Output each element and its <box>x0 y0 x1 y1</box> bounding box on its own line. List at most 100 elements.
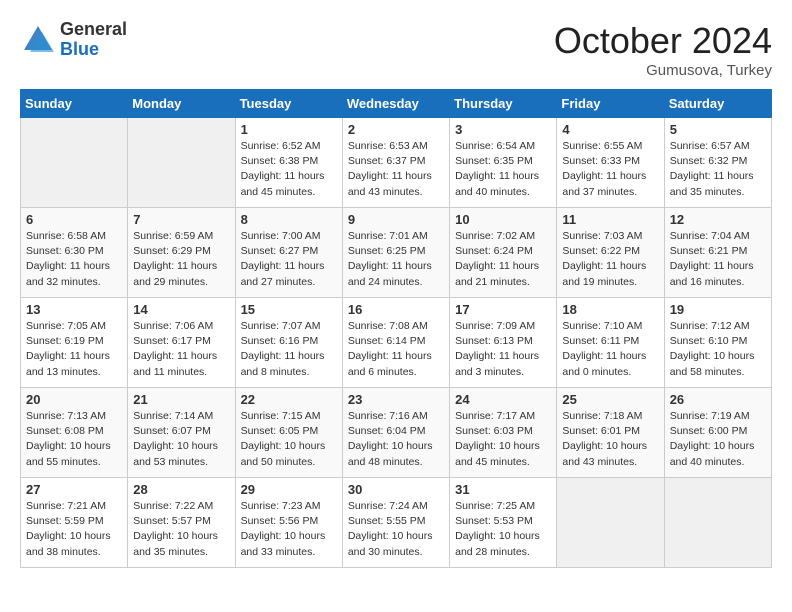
day-header-friday: Friday <box>557 90 664 118</box>
day-number: 9 <box>348 212 444 227</box>
calendar-cell: 21Sunrise: 7:14 AM Sunset: 6:07 PM Dayli… <box>128 388 235 478</box>
day-number: 6 <box>26 212 122 227</box>
day-info: Sunrise: 7:21 AM Sunset: 5:59 PM Dayligh… <box>26 499 122 560</box>
day-info: Sunrise: 7:15 AM Sunset: 6:05 PM Dayligh… <box>241 409 337 470</box>
calendar-cell: 4 Sunrise: 6:55 AM Sunset: 6:33 PM Daylig… <box>557 118 664 208</box>
day-number: 14 <box>133 302 229 317</box>
calendar-cell: 6Sunrise: 6:58 AM Sunset: 6:30 PM Daylig… <box>21 208 128 298</box>
day-header-monday: Monday <box>128 90 235 118</box>
calendar-cell: 30Sunrise: 7:24 AM Sunset: 5:55 PM Dayli… <box>342 478 449 568</box>
calendar-cell: 16 Sunrise: 7:08 AM Sunset: 6:14 PM Dayli… <box>342 298 449 388</box>
calendar-cell: 24Sunrise: 7:17 AM Sunset: 6:03 PM Dayli… <box>450 388 557 478</box>
day-number: 5 <box>670 122 766 137</box>
calendar-cell: 5 Sunrise: 6:57 AM Sunset: 6:32 PM Daylig… <box>664 118 771 208</box>
day-info: Sunrise: 7:24 AM Sunset: 5:55 PM Dayligh… <box>348 499 444 560</box>
calendar-cell <box>557 478 664 568</box>
calendar-cell: 18 Sunrise: 7:10 AM Sunset: 6:11 PM Dayli… <box>557 298 664 388</box>
day-info: Sunrise: 6:55 AM Sunset: 6:33 PM Dayligh… <box>562 139 658 200</box>
week-row-2: 6Sunrise: 6:58 AM Sunset: 6:30 PM Daylig… <box>21 208 772 298</box>
week-row-3: 13 Sunrise: 7:05 AM Sunset: 6:19 PM Dayli… <box>21 298 772 388</box>
calendar-cell: 9 Sunrise: 7:01 AM Sunset: 6:25 PM Daylig… <box>342 208 449 298</box>
calendar-cell: 11 Sunrise: 7:03 AM Sunset: 6:22 PM Dayli… <box>557 208 664 298</box>
day-number: 8 <box>241 212 337 227</box>
day-info: Sunrise: 7:17 AM Sunset: 6:03 PM Dayligh… <box>455 409 551 470</box>
day-number: 16 <box>348 302 444 317</box>
calendar-cell: 26Sunrise: 7:19 AM Sunset: 6:00 PM Dayli… <box>664 388 771 478</box>
header-row: SundayMondayTuesdayWednesdayThursdayFrid… <box>21 90 772 118</box>
day-info: Sunrise: 6:54 AM Sunset: 6:35 PM Dayligh… <box>455 139 551 200</box>
week-row-5: 27Sunrise: 7:21 AM Sunset: 5:59 PM Dayli… <box>21 478 772 568</box>
calendar-cell: 23 Sunrise: 7:16 AM Sunset: 6:04 PM Dayli… <box>342 388 449 478</box>
calendar-cell: 17Sunrise: 7:09 AM Sunset: 6:13 PM Dayli… <box>450 298 557 388</box>
calendar-cell: 2 Sunrise: 6:53 AM Sunset: 6:37 PM Daylig… <box>342 118 449 208</box>
day-number: 18 <box>562 302 658 317</box>
day-header-sunday: Sunday <box>21 90 128 118</box>
calendar-cell: 31Sunrise: 7:25 AM Sunset: 5:53 PM Dayli… <box>450 478 557 568</box>
day-info: Sunrise: 7:09 AM Sunset: 6:13 PM Dayligh… <box>455 319 551 380</box>
day-info: Sunrise: 7:12 AM Sunset: 6:10 PM Dayligh… <box>670 319 766 380</box>
day-number: 7 <box>133 212 229 227</box>
location-subtitle: Gumusova, Turkey <box>554 62 772 79</box>
calendar-cell: 12 Sunrise: 7:04 AM Sunset: 6:21 PM Dayli… <box>664 208 771 298</box>
day-number: 13 <box>26 302 122 317</box>
day-info: Sunrise: 7:14 AM Sunset: 6:07 PM Dayligh… <box>133 409 229 470</box>
calendar-cell: 13 Sunrise: 7:05 AM Sunset: 6:19 PM Dayli… <box>21 298 128 388</box>
calendar-cell: 25Sunrise: 7:18 AM Sunset: 6:01 PM Dayli… <box>557 388 664 478</box>
day-header-thursday: Thursday <box>450 90 557 118</box>
day-number: 3 <box>455 122 551 137</box>
calendar-cell <box>21 118 128 208</box>
day-info: Sunrise: 7:04 AM Sunset: 6:21 PM Dayligh… <box>670 229 766 290</box>
logo-text: General Blue <box>60 20 127 60</box>
day-number: 28 <box>133 482 229 497</box>
calendar-cell: 27Sunrise: 7:21 AM Sunset: 5:59 PM Dayli… <box>21 478 128 568</box>
calendar-cell: 3 Sunrise: 6:54 AM Sunset: 6:35 PM Daylig… <box>450 118 557 208</box>
day-info: Sunrise: 6:57 AM Sunset: 6:32 PM Dayligh… <box>670 139 766 200</box>
day-info: Sunrise: 7:08 AM Sunset: 6:14 PM Dayligh… <box>348 319 444 380</box>
day-info: Sunrise: 7:25 AM Sunset: 5:53 PM Dayligh… <box>455 499 551 560</box>
day-info: Sunrise: 7:05 AM Sunset: 6:19 PM Dayligh… <box>26 319 122 380</box>
calendar-cell: 20 Sunrise: 7:13 AM Sunset: 6:08 PM Dayli… <box>21 388 128 478</box>
calendar-cell: 1Sunrise: 6:52 AM Sunset: 6:38 PM Daylig… <box>235 118 342 208</box>
day-number: 22 <box>241 392 337 407</box>
day-info: Sunrise: 7:01 AM Sunset: 6:25 PM Dayligh… <box>348 229 444 290</box>
day-info: Sunrise: 6:53 AM Sunset: 6:37 PM Dayligh… <box>348 139 444 200</box>
day-number: 2 <box>348 122 444 137</box>
calendar-cell: 19Sunrise: 7:12 AM Sunset: 6:10 PM Dayli… <box>664 298 771 388</box>
day-info: Sunrise: 7:22 AM Sunset: 5:57 PM Dayligh… <box>133 499 229 560</box>
day-info: Sunrise: 6:59 AM Sunset: 6:29 PM Dayligh… <box>133 229 229 290</box>
week-row-4: 20 Sunrise: 7:13 AM Sunset: 6:08 PM Dayli… <box>21 388 772 478</box>
day-info: Sunrise: 7:03 AM Sunset: 6:22 PM Dayligh… <box>562 229 658 290</box>
day-info: Sunrise: 7:16 AM Sunset: 6:04 PM Dayligh… <box>348 409 444 470</box>
title-block: October 2024 Gumusova, Turkey <box>554 20 772 79</box>
day-number: 10 <box>455 212 551 227</box>
day-info: Sunrise: 7:18 AM Sunset: 6:01 PM Dayligh… <box>562 409 658 470</box>
day-header-tuesday: Tuesday <box>235 90 342 118</box>
calendar-cell: 28 Sunrise: 7:22 AM Sunset: 5:57 PM Dayli… <box>128 478 235 568</box>
day-header-wednesday: Wednesday <box>342 90 449 118</box>
day-number: 23 <box>348 392 444 407</box>
calendar-table: SundayMondayTuesdayWednesdayThursdayFrid… <box>20 89 772 568</box>
day-number: 20 <box>26 392 122 407</box>
logo-blue: Blue <box>60 40 127 60</box>
calendar-cell: 22 Sunrise: 7:15 AM Sunset: 6:05 PM Dayli… <box>235 388 342 478</box>
page-header: General Blue October 2024 Gumusova, Turk… <box>20 20 772 79</box>
day-info: Sunrise: 6:52 AM Sunset: 6:38 PM Dayligh… <box>241 139 337 200</box>
day-info: Sunrise: 7:07 AM Sunset: 6:16 PM Dayligh… <box>241 319 337 380</box>
day-number: 26 <box>670 392 766 407</box>
calendar-cell: 15Sunrise: 7:07 AM Sunset: 6:16 PM Dayli… <box>235 298 342 388</box>
calendar-cell: 7 Sunrise: 6:59 AM Sunset: 6:29 PM Daylig… <box>128 208 235 298</box>
day-header-saturday: Saturday <box>664 90 771 118</box>
day-number: 29 <box>241 482 337 497</box>
day-info: Sunrise: 7:10 AM Sunset: 6:11 PM Dayligh… <box>562 319 658 380</box>
day-number: 12 <box>670 212 766 227</box>
day-number: 4 <box>562 122 658 137</box>
day-number: 11 <box>562 212 658 227</box>
day-info: Sunrise: 7:23 AM Sunset: 5:56 PM Dayligh… <box>241 499 337 560</box>
calendar-cell <box>128 118 235 208</box>
week-row-1: 1Sunrise: 6:52 AM Sunset: 6:38 PM Daylig… <box>21 118 772 208</box>
day-info: Sunrise: 7:02 AM Sunset: 6:24 PM Dayligh… <box>455 229 551 290</box>
day-info: Sunrise: 7:13 AM Sunset: 6:08 PM Dayligh… <box>26 409 122 470</box>
calendar-cell <box>664 478 771 568</box>
calendar-cell: 8Sunrise: 7:00 AM Sunset: 6:27 PM Daylig… <box>235 208 342 298</box>
calendar-cell: 10 Sunrise: 7:02 AM Sunset: 6:24 PM Dayli… <box>450 208 557 298</box>
